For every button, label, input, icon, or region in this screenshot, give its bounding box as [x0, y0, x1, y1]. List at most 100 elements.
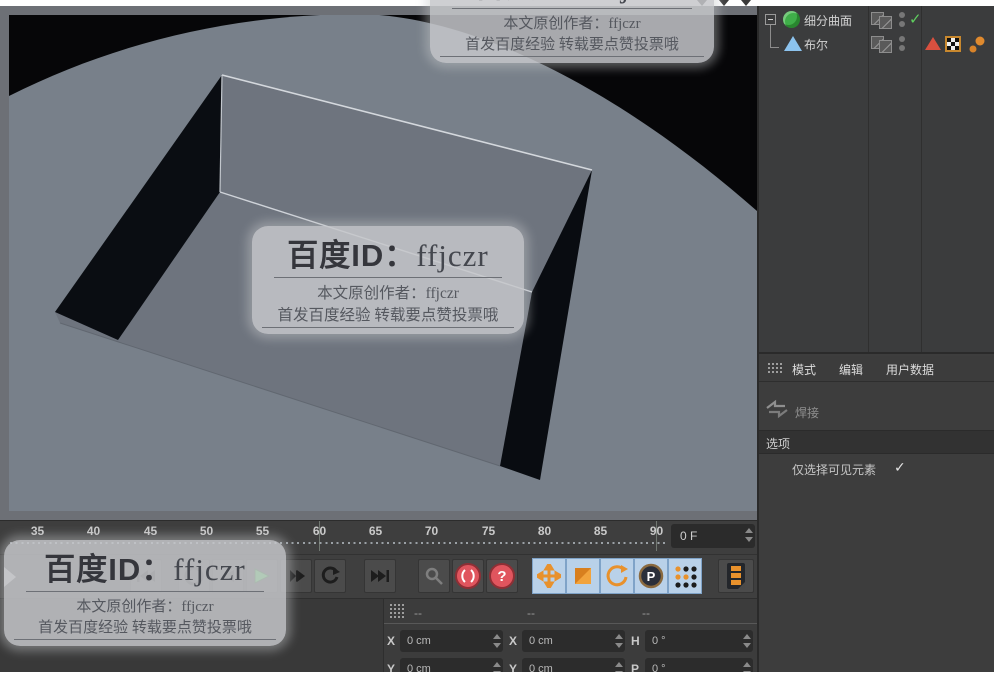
panel-grid-icon[interactable] — [767, 362, 782, 375]
column-separator — [868, 6, 869, 352]
watermark-title-id: ffjczr — [416, 238, 489, 273]
timeline-marker[interactable] — [656, 521, 657, 551]
timeline-tick: 80 — [537, 524, 552, 538]
timeline-tick: 85 — [593, 524, 608, 538]
watermark-line2: 首发百度经验 转载要点赞投票哦 — [440, 33, 704, 57]
watermark-divider — [452, 8, 692, 9]
watermark-line2: 首发百度经验 转载要点赞投票哦 — [262, 303, 514, 328]
loop-mode-button[interactable] — [314, 559, 346, 593]
help-label: ? — [497, 567, 507, 585]
enabled-check-icon[interactable]: ✓ — [909, 10, 922, 28]
layer-square-icon[interactable] — [879, 40, 892, 53]
render-visibility-dot[interactable] — [899, 45, 905, 51]
scale-tool-button[interactable] — [566, 558, 600, 594]
watermark-title-cn: 百度ID： — [474, 0, 599, 4]
attribute-manager: 模式 编辑 用户数据 焊接 选项 仅选择可见元素 ✓ — [757, 352, 994, 672]
attribute-tab-bar: 模式 编辑 用户数据 — [759, 356, 994, 382]
watermark-line2: 首发百度经验 转载要点赞投票哦 — [14, 616, 276, 640]
watermark-title-id: ffjczr — [173, 552, 246, 587]
timeline-marker[interactable] — [319, 521, 320, 551]
watermark-bottom-left: 百度ID：ffjczr 本文原创作者：ffjczr 首发百度经验 转载要点赞投票… — [4, 540, 286, 646]
timeline-tick: 65 — [368, 524, 383, 538]
help-button[interactable]: ? — [486, 559, 518, 593]
coord-field-x-pos[interactable]: 0 cm — [400, 630, 503, 652]
rotate-tool-button[interactable] — [600, 558, 634, 594]
collapse-expander-icon[interactable] — [765, 14, 776, 25]
snap-grid-button[interactable] — [668, 558, 702, 594]
timeline-tick: 75 — [481, 524, 496, 538]
panel-grid-icon[interactable] — [389, 603, 406, 619]
divider — [384, 623, 757, 624]
editor-visibility-dot[interactable] — [899, 12, 905, 18]
coord-axis-label: X — [387, 634, 396, 648]
coords-header: -- — [642, 606, 650, 620]
watermark-line1: 本文原创作者：ffjczr — [503, 16, 641, 32]
phong-tag-icon[interactable] — [925, 37, 941, 50]
autokey-button[interactable] — [452, 559, 484, 593]
move-tool-button[interactable] — [532, 558, 566, 594]
timeline-tick: 35 — [30, 524, 45, 538]
object-row-boole[interactable]: 布尔 — [759, 32, 994, 56]
weld-tool-label: 焊接 — [795, 406, 820, 420]
timeline-tick: 45 — [143, 524, 158, 538]
c4d-window: 细分曲面 ✓ 布尔 模式 编辑 用户数据 焊接 选项 仅选择可见元素 ✓ 35 … — [0, 0, 1000, 679]
record-key-button-disabled[interactable] — [418, 559, 450, 593]
render-visibility-dot[interactable] — [899, 21, 905, 27]
watermark-top: 百度ID：ffjczr 本文原创作者：ffjczr 首发百度经验 转载要点赞投票… — [430, 0, 714, 63]
object-label[interactable]: 布尔 — [804, 36, 828, 53]
object-manager: 细分曲面 ✓ 布尔 — [757, 6, 994, 352]
coords-header: -- — [527, 606, 535, 620]
options-section-header[interactable]: 选项 — [759, 430, 994, 454]
cut-chrome-icon — [719, 0, 729, 6]
timeline-tick: 55 — [255, 524, 270, 538]
watermark-center: 百度ID：ffjczr 本文原创作者：ffjczr 首发百度经验 转载要点赞投票… — [252, 226, 524, 334]
goto-end-button[interactable] — [364, 559, 396, 593]
subdivision-surface-icon — [783, 11, 800, 28]
field-spinner[interactable] — [492, 634, 501, 648]
cut-chrome-icon — [741, 0, 751, 6]
boole-icon — [784, 36, 802, 51]
coordinates-panel: -- -- -- X 0 cm X 0 cm H 0 ° Y 0 cm Y 0 … — [383, 598, 757, 679]
options-section-title: 选项 — [766, 437, 791, 451]
coordinate-system-button[interactable]: P — [634, 558, 668, 594]
current-frame-value: 0 F — [680, 529, 698, 543]
watermark-title-cn: 百度ID： — [287, 238, 417, 273]
layer-square-icon[interactable] — [879, 16, 892, 29]
coord-field-x-scale[interactable]: 0 cm — [522, 630, 625, 652]
field-spinner[interactable] — [614, 634, 623, 648]
watermark-line1: 本文原创作者：ffjczr — [76, 599, 214, 615]
viewport-border-bottom — [0, 511, 757, 520]
frame-spinner[interactable] — [744, 528, 753, 542]
only-select-visible-checkbox[interactable]: ✓ — [894, 459, 906, 476]
timeline-tick: 50 — [199, 524, 214, 538]
weld-tool-icon — [766, 399, 788, 419]
texture-tag-icon[interactable] — [945, 36, 961, 52]
object-row-subdivision-surface[interactable]: 细分曲面 ✓ — [759, 8, 994, 32]
coord-axis-label: H — [631, 634, 640, 648]
timeline-tick: 70 — [424, 524, 439, 538]
p-glyph: P — [647, 569, 656, 584]
watermark-title-id: ffjczr — [599, 0, 669, 4]
watermark-divider — [274, 277, 502, 278]
timeline-tick: 40 — [86, 524, 101, 538]
only-select-visible-label: 仅选择可见元素 — [792, 463, 877, 477]
viewport-border-left — [0, 6, 9, 520]
tab-mode[interactable]: 模式 — [792, 361, 816, 378]
column-separator — [921, 6, 922, 352]
tab-edit[interactable]: 编辑 — [839, 361, 863, 378]
photo-edge-bottom — [0, 672, 1000, 679]
photo-edge-right — [994, 0, 1000, 679]
render-settings-button[interactable] — [718, 559, 754, 593]
coords-header: -- — [414, 606, 422, 620]
watermark-divider — [26, 591, 264, 592]
coord-field-h-rot[interactable]: 0 ° — [645, 630, 753, 652]
watermark-title-cn: 百度ID： — [44, 552, 174, 587]
editor-visibility-dot[interactable] — [899, 36, 905, 42]
object-label[interactable]: 细分曲面 — [804, 12, 852, 29]
current-frame-field[interactable]: 0 F — [671, 524, 755, 548]
coord-axis-label: X — [509, 634, 518, 648]
field-spinner[interactable] — [742, 634, 751, 648]
watermark-line1: 本文原创作者：ffjczr — [317, 285, 459, 302]
selection-tag-icon[interactable] — [967, 35, 987, 55]
tab-user-data[interactable]: 用户数据 — [886, 361, 934, 378]
